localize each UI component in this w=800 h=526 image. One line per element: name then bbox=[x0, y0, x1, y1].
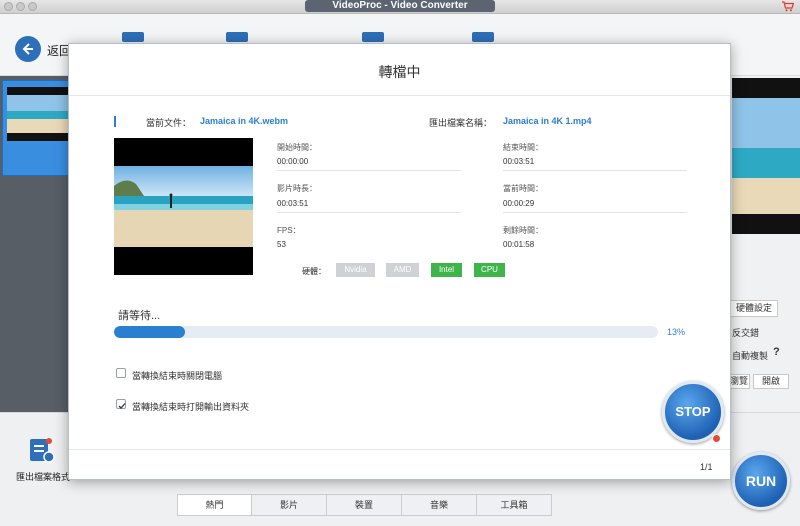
tab-toolbox[interactable]: 工具箱 bbox=[477, 494, 552, 516]
browse-button[interactable]: 瀏覽 bbox=[728, 374, 750, 389]
start-time-value: 00:00:00 bbox=[277, 157, 309, 166]
output-preview-image bbox=[732, 78, 800, 234]
duration-value: 00:03:51 bbox=[277, 199, 309, 208]
divider bbox=[277, 212, 461, 213]
zoom-window-icon[interactable] bbox=[28, 2, 37, 11]
output-preview bbox=[732, 78, 800, 234]
back-button[interactable] bbox=[15, 36, 41, 62]
format-tabs: 熱門 影片 裝置 音樂 工具箱 bbox=[177, 494, 552, 516]
deinterlace-label: 反交錯 bbox=[732, 328, 760, 338]
divider bbox=[503, 170, 687, 171]
converting-dialog: 轉檔中 當前文件： Jamaica in 4K.webm 匯出檔案名稱： Jam… bbox=[68, 43, 731, 480]
hardware-settings-button[interactable]: 硬體設定 bbox=[730, 300, 778, 317]
effects-tool-icon[interactable] bbox=[362, 32, 384, 42]
window-title: VideoProc - Video Converter bbox=[305, 0, 495, 12]
chip-cpu: CPU bbox=[474, 263, 505, 277]
end-time-label: 結束時間： bbox=[503, 143, 543, 152]
chip-intel: Intel bbox=[431, 263, 462, 277]
tab-popular[interactable]: 熱門 bbox=[177, 494, 252, 516]
tab-device[interactable]: 裝置 bbox=[327, 494, 402, 516]
notification-badge bbox=[712, 434, 721, 443]
run-button[interactable]: RUN bbox=[732, 452, 790, 510]
folder-tool-icon[interactable] bbox=[226, 32, 248, 42]
remaining-time-value: 00:01:58 bbox=[503, 240, 535, 249]
open-button[interactable]: 開啟 bbox=[753, 374, 789, 389]
page-indicator: 1/1 bbox=[700, 462, 713, 472]
shutdown-checkbox[interactable] bbox=[116, 368, 126, 378]
hardware-label: 硬體： bbox=[302, 267, 326, 276]
shutdown-label: 當轉換結束時關閉電腦 bbox=[132, 371, 223, 381]
cart-icon[interactable] bbox=[782, 1, 794, 12]
tab-music[interactable]: 音樂 bbox=[402, 494, 477, 516]
fps-label: FPS： bbox=[277, 226, 301, 235]
auto-copy-label: 自動複製 bbox=[732, 351, 769, 361]
open-folder-label: 當轉換結束時打開輸出資料夾 bbox=[132, 402, 250, 412]
video-thumbnail-image bbox=[7, 87, 69, 141]
divider bbox=[503, 212, 687, 213]
chip-nvidia: Nvidia bbox=[336, 263, 375, 277]
end-time-value: 00:03:51 bbox=[503, 157, 535, 166]
divider bbox=[277, 170, 461, 171]
beach-preview-image bbox=[114, 166, 253, 247]
video-preview bbox=[114, 138, 253, 275]
selected-file-thumbnail[interactable] bbox=[2, 80, 70, 176]
footer-divider bbox=[69, 449, 730, 450]
open-folder-checkbox[interactable] bbox=[116, 399, 126, 409]
current-time-label: 當前時間： bbox=[503, 184, 543, 193]
fps-value: 53 bbox=[277, 240, 286, 249]
tab-video[interactable]: 影片 bbox=[252, 494, 327, 516]
progress-percent: 13% bbox=[667, 327, 686, 337]
dialog-title: 轉檔中 bbox=[69, 44, 730, 96]
minimize-window-icon[interactable] bbox=[16, 2, 25, 11]
source-file-name: Jamaica in 4K.webm bbox=[200, 116, 289, 126]
progress-fill bbox=[114, 326, 185, 338]
output-label: 匯出檔案名稱： bbox=[429, 118, 493, 128]
chip-amd: AMD bbox=[386, 263, 419, 277]
close-window-icon[interactable] bbox=[4, 2, 13, 11]
checkmark-icon bbox=[118, 403, 126, 409]
output-file-name: Jamaica in 4K 1.mp4 bbox=[503, 116, 592, 126]
wait-text: 請等待... bbox=[118, 310, 161, 322]
progress-bar bbox=[114, 326, 658, 338]
source-marker bbox=[114, 116, 116, 127]
remaining-time-label: 剩餘時間： bbox=[503, 226, 543, 235]
video-tool-icon[interactable] bbox=[122, 32, 144, 42]
duration-label: 影片時長： bbox=[277, 184, 317, 193]
export-format-icon[interactable] bbox=[28, 437, 56, 465]
source-label: 當前文件： bbox=[146, 118, 192, 128]
export-format-label: 匯出檔案格式 bbox=[16, 472, 71, 482]
arrow-left-icon bbox=[22, 43, 33, 55]
title-bar: VideoProc - Video Converter bbox=[0, 0, 800, 14]
toolbox-tool-icon[interactable] bbox=[472, 32, 494, 42]
help-icon[interactable]: ? bbox=[773, 346, 780, 358]
current-time-value: 00:00:29 bbox=[503, 199, 535, 208]
start-time-label: 開始時間： bbox=[277, 143, 317, 152]
